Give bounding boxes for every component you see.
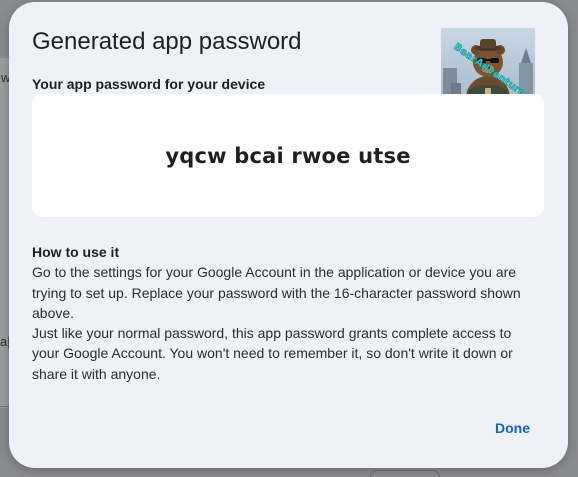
password-card: yqcw bcai rwoe utse: [32, 94, 544, 217]
password-subtitle: Your app password for your device: [32, 76, 266, 92]
how-to-paragraph: Just like your normal password, this app…: [32, 325, 513, 382]
done-button[interactable]: Done: [485, 415, 540, 441]
how-to-heading: How to use it: [32, 244, 120, 260]
dialog-title: Generated app password: [32, 28, 302, 55]
background-button: [370, 470, 440, 477]
app-password-dialog: Generated app password BearAdventures Yo…: [9, 2, 568, 468]
generated-password[interactable]: yqcw bcai rwoe utse: [165, 144, 410, 168]
how-to-paragraph: Go to the settings for your Google Accou…: [32, 264, 521, 321]
how-to-section: How to use it Go to the settings for you…: [32, 242, 542, 384]
